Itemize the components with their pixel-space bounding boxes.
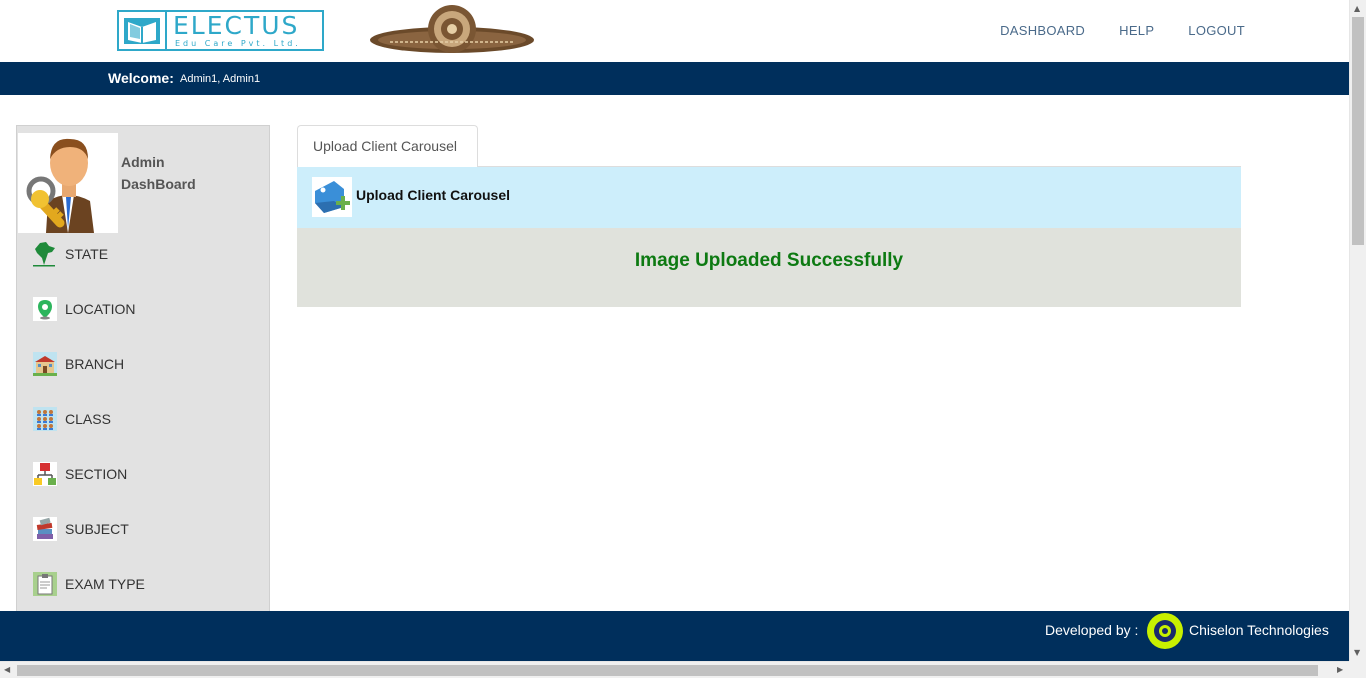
sidebar-item-label: STATE	[65, 246, 109, 262]
scroll-up-arrow-icon[interactable]: ▲	[1354, 4, 1360, 13]
sidebar-item-label: EXAM TYPE	[65, 576, 145, 592]
scroll-left-arrow-icon[interactable]: ◀	[4, 665, 10, 674]
page: ELECTUS Edu Care Pvt. Ltd. DASHBOARD HEL…	[0, 0, 1349, 661]
nav-help-link[interactable]: HELP	[1119, 23, 1154, 38]
horizontal-scrollbar[interactable]: ◀ ▶	[0, 661, 1349, 678]
admin-avatar	[18, 133, 118, 233]
sidebar-item-section[interactable]: SECTION	[32, 460, 127, 488]
electus-logo-name: ELECTUS	[173, 11, 300, 40]
sidebar-item-location[interactable]: LOCATION	[32, 295, 136, 323]
scroll-down-arrow-icon[interactable]: ▼	[1354, 648, 1360, 657]
nav-dashboard-link[interactable]: DASHBOARD	[1000, 23, 1085, 38]
welcome-user-name: Admin1, Admin1	[180, 73, 261, 85]
admin-title-line1: Admin	[121, 154, 165, 170]
location-pin-icon	[32, 296, 58, 322]
sidebar-item-exam-type[interactable]: EXAM TYPE	[32, 570, 145, 598]
school-building-icon	[32, 351, 58, 377]
footer: Developed by : Chiselon Technologies	[0, 611, 1349, 661]
sidebar-item-branch[interactable]: BRANCH	[32, 350, 124, 378]
admin-dashboard-title: Admin DashBoard	[121, 151, 196, 195]
sidebar-item-label: CLASS	[65, 411, 111, 427]
developed-by-label: Developed by :	[1045, 622, 1139, 638]
sidebar-item-state[interactable]: STATE	[32, 240, 108, 268]
vertical-scrollbar[interactable]: ▲ ▼	[1349, 0, 1366, 661]
top-navigation: DASHBOARD HELP LOGOUT	[1000, 23, 1245, 38]
nav-logout-link[interactable]: LOGOUT	[1188, 23, 1245, 38]
hierarchy-icon	[32, 461, 58, 487]
tab-upload-client-carousel[interactable]: Upload Client Carousel	[297, 125, 478, 167]
welcome-bar: Welcome: Admin1, Admin1	[0, 62, 1349, 95]
book-icon	[119, 12, 167, 49]
electus-logo-subtitle: Edu Care Pvt. Ltd.	[175, 39, 301, 48]
admin-title-line2: DashBoard	[121, 176, 196, 192]
developer-company-name: Chiselon Technologies	[1189, 622, 1329, 638]
panel-body: Image Uploaded Successfully	[297, 228, 1241, 307]
sidebar-item-label: SECTION	[65, 466, 128, 482]
sidebar-item-class[interactable]: CLASS	[32, 405, 111, 433]
chiselon-logo-icon	[1146, 612, 1184, 650]
add-tag-icon	[312, 177, 352, 217]
sidebar-item-subject[interactable]: SUBJECT	[32, 515, 129, 543]
horizontal-scroll-thumb[interactable]	[17, 665, 1318, 676]
tab-label: Upload Client Carousel	[313, 138, 457, 154]
school-seal-logo	[368, 4, 536, 56]
panel-header: Upload Client Carousel	[297, 167, 1241, 228]
clipboard-icon	[32, 571, 58, 597]
scroll-right-arrow-icon[interactable]: ▶	[1337, 665, 1343, 674]
success-message: Image Uploaded Successfully	[634, 250, 904, 271]
vertical-scroll-thumb[interactable]	[1352, 17, 1364, 245]
classroom-icon	[32, 406, 58, 432]
scrollbar-corner	[1349, 661, 1366, 678]
india-map-icon	[32, 241, 58, 267]
panel-title: Upload Client Carousel	[356, 187, 511, 203]
welcome-label: Welcome:	[108, 70, 174, 86]
sidebar: Admin DashBoard STATE LOCATION BRANCH CL…	[16, 125, 270, 615]
top-header: ELECTUS Edu Care Pvt. Ltd. DASHBOARD HEL…	[0, 0, 1349, 62]
books-icon	[32, 516, 58, 542]
electus-logo[interactable]: ELECTUS Edu Care Pvt. Ltd.	[117, 10, 324, 51]
sidebar-item-label: LOCATION	[65, 301, 136, 317]
sidebar-item-label: SUBJECT	[65, 521, 129, 537]
sidebar-item-label: BRANCH	[65, 356, 125, 372]
